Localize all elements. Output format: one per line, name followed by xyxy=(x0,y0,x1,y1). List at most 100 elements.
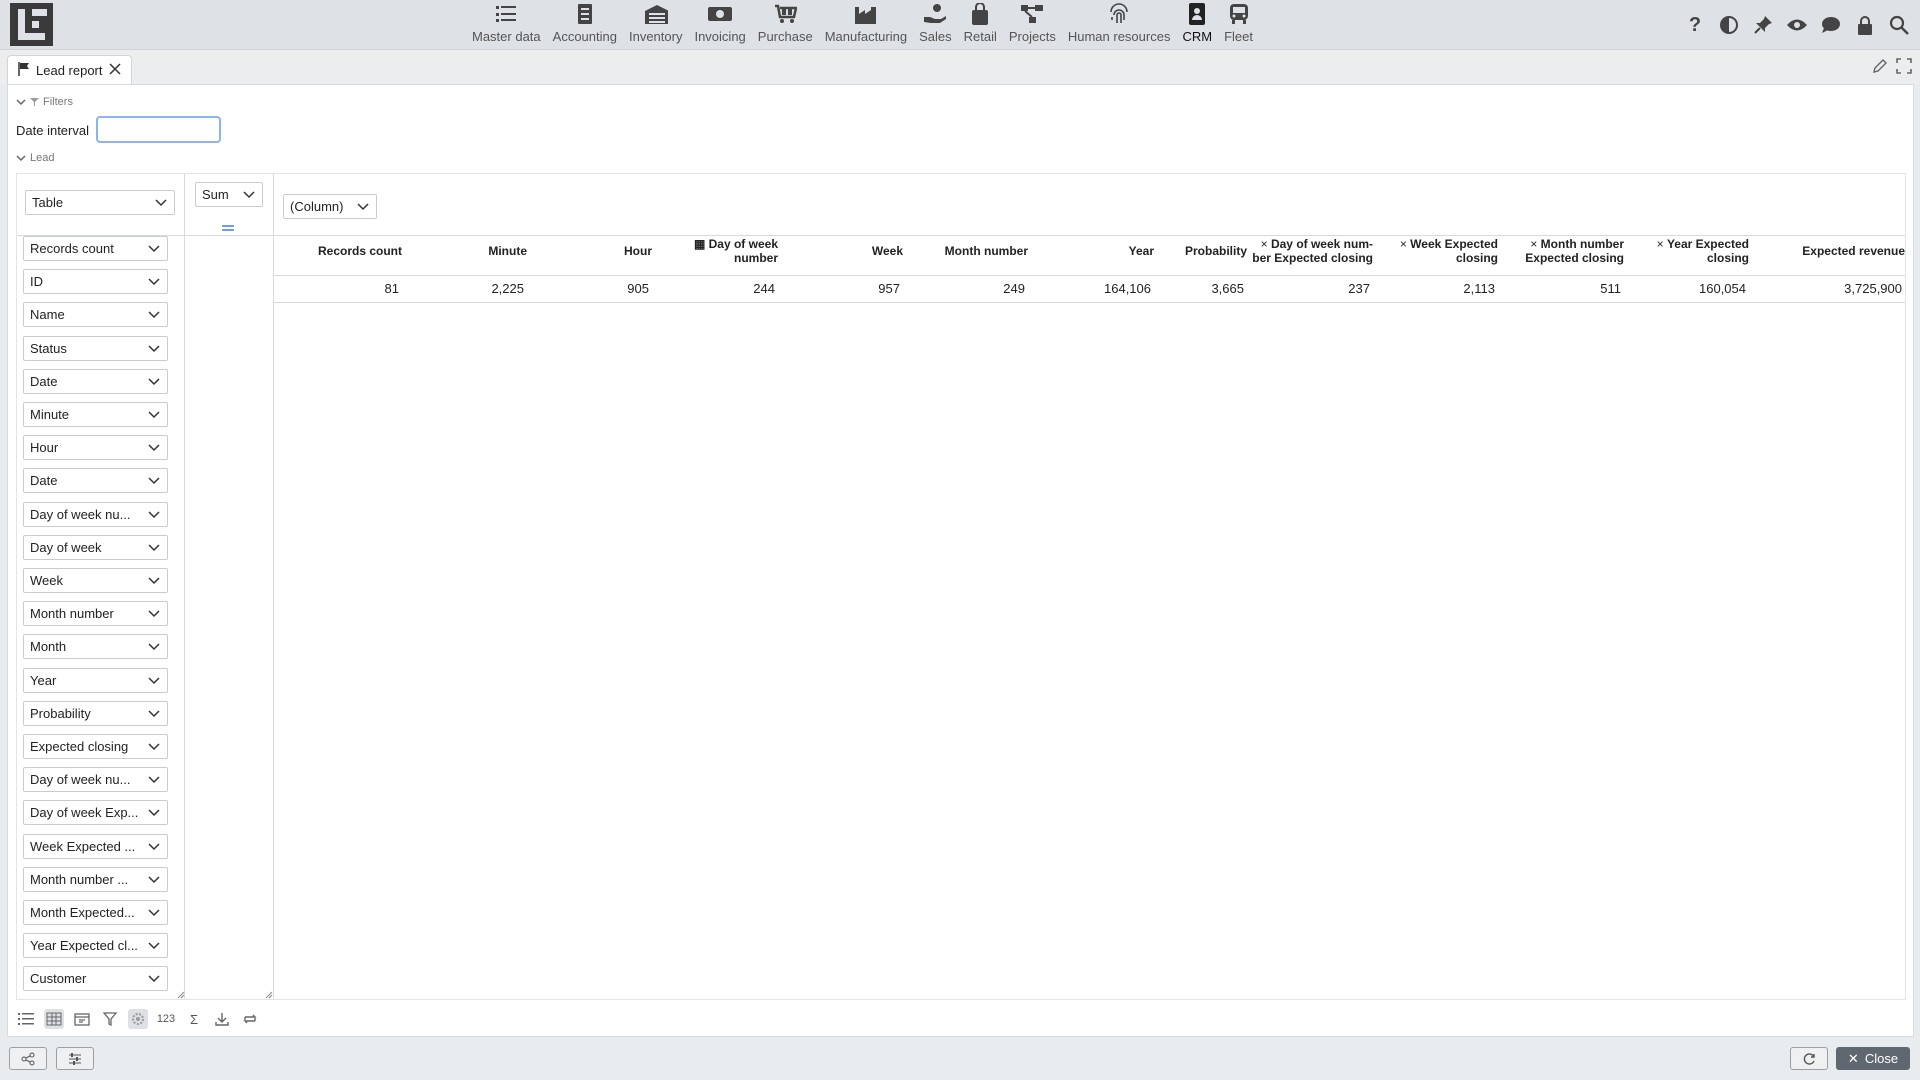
lead-section-toggle[interactable]: Lead xyxy=(16,152,54,164)
field-select[interactable]: Records count xyxy=(23,236,168,261)
nav-human-resources[interactable]: Human resources xyxy=(1062,0,1177,50)
aggregate-select[interactable]: Sum xyxy=(195,182,263,207)
field-select[interactable]: Week xyxy=(23,568,168,593)
sum-icon[interactable]: Σ xyxy=(184,1009,204,1029)
field-select[interactable]: Year Expected cl... xyxy=(23,933,168,958)
column-header[interactable]: Week xyxy=(778,244,903,258)
column-header[interactable]: × Week Expected closing xyxy=(1373,237,1498,265)
column-header[interactable]: Probability xyxy=(1122,244,1247,258)
field-select[interactable]: Month xyxy=(23,634,168,659)
field-select[interactable]: Week Expected ... xyxy=(23,834,168,859)
factory-icon xyxy=(854,3,878,25)
column-header[interactable]: Hour xyxy=(527,244,652,258)
nav-inventory[interactable]: Inventory xyxy=(623,0,688,50)
close-label: Close xyxy=(1864,1051,1899,1066)
app-logo[interactable] xyxy=(10,3,53,46)
field-select[interactable]: Date xyxy=(23,369,168,394)
field-select[interactable]: Month number xyxy=(23,601,168,626)
nav-projects[interactable]: Projects xyxy=(1003,0,1062,50)
field-select[interactable]: Name xyxy=(23,302,168,327)
field-select[interactable]: Hour xyxy=(23,435,168,460)
field-select[interactable]: Day of week nu... xyxy=(23,767,168,792)
eye-icon[interactable] xyxy=(1784,12,1810,38)
lock-icon[interactable] xyxy=(1852,12,1878,38)
nav-invoicing[interactable]: Invoicing xyxy=(688,0,751,50)
field-select[interactable]: Status xyxy=(23,336,168,361)
settings-gear-icon[interactable] xyxy=(128,1009,148,1029)
contrast-icon[interactable] xyxy=(1716,12,1742,38)
field-label: Month Expected... xyxy=(30,905,135,920)
count-toggle[interactable]: 123 xyxy=(156,1009,176,1029)
column-header[interactable]: Records count xyxy=(277,244,402,258)
calendar-view-icon[interactable] xyxy=(72,1009,92,1029)
help-icon[interactable]: ? xyxy=(1682,12,1708,38)
download-icon[interactable] xyxy=(212,1009,232,1029)
nav-master-data[interactable]: Master data xyxy=(466,0,547,50)
field-select[interactable]: Expected closing xyxy=(23,734,168,759)
chevron-down-icon xyxy=(242,190,256,199)
remove-icon: × xyxy=(1530,237,1541,251)
refresh-loop-icon[interactable] xyxy=(240,1009,260,1029)
settings-button[interactable] xyxy=(56,1047,94,1070)
chat-icon[interactable] xyxy=(1818,12,1844,38)
resize-handle-icon[interactable] xyxy=(265,986,273,1004)
field-label: ID xyxy=(30,274,43,289)
field-select[interactable]: Day of week xyxy=(23,535,168,560)
resize-handle-icon[interactable] xyxy=(177,986,185,1004)
field-select[interactable]: Day of week nu... xyxy=(23,502,168,527)
field-select[interactable]: ID xyxy=(23,269,168,294)
nav-crm[interactable]: CRM xyxy=(1176,0,1218,50)
header-text-line2: closing xyxy=(1706,251,1749,265)
field-select[interactable]: Minute xyxy=(23,402,168,427)
field-label: Day of week Exp... xyxy=(30,805,139,820)
nav-accounting[interactable]: Accounting xyxy=(547,0,623,50)
field-label: Day of week xyxy=(30,540,102,555)
nav-manufacturing[interactable]: Manufacturing xyxy=(819,0,913,50)
column-header[interactable]: × Year Expected closing xyxy=(1624,237,1749,265)
date-interval-input[interactable] xyxy=(96,116,221,143)
filters-section-toggle[interactable]: Filters xyxy=(16,96,73,108)
nav-label: Master data xyxy=(472,29,541,44)
column-header[interactable]: ▦ Day of week number xyxy=(653,237,778,265)
tab-lead-report[interactable]: Lead report xyxy=(7,55,132,84)
reload-button[interactable] xyxy=(1790,1047,1828,1070)
column-header[interactable]: × Month number Expected closing xyxy=(1499,237,1624,265)
field-select[interactable]: Probability xyxy=(23,701,168,726)
share-button[interactable] xyxy=(9,1047,47,1070)
header-text: Week Expected xyxy=(1410,237,1498,251)
close-button[interactable]: ✕ Close xyxy=(1836,1047,1910,1070)
chevron-down-icon xyxy=(147,410,161,419)
chevron-down-icon xyxy=(147,742,161,751)
column-header[interactable]: Expected revenue xyxy=(1780,244,1905,258)
report-panel: Filters Date interval Lead Table Sum (Co… xyxy=(7,84,1914,1037)
column-header[interactable]: Minute xyxy=(402,244,527,258)
filter-icon[interactable] xyxy=(100,1009,120,1029)
field-select[interactable]: Day of week Exp... xyxy=(23,800,168,825)
column-header[interactable]: Month number xyxy=(903,244,1028,258)
column-select[interactable]: (Column) xyxy=(283,194,377,219)
nav-sales[interactable]: Sales xyxy=(913,0,958,50)
column-header[interactable]: × Day of week num-ber Expected closing xyxy=(1248,237,1373,265)
top-bar: Master data Accounting Inventory Invoici… xyxy=(0,0,1920,50)
list-view-icon[interactable] xyxy=(16,1009,36,1029)
close-tab-icon[interactable] xyxy=(108,62,121,78)
field-select[interactable]: Customer xyxy=(23,966,168,991)
field-select[interactable]: Month Expected... xyxy=(23,900,168,925)
search-icon[interactable] xyxy=(1886,12,1912,38)
pin-icon[interactable] xyxy=(1750,12,1776,38)
pivot-view-icon[interactable] xyxy=(44,1009,64,1029)
field-select[interactable]: Year xyxy=(23,668,168,693)
column-value: (Column) xyxy=(290,199,344,214)
header-text: Expected revenue xyxy=(1802,244,1905,258)
header-text-line2: number xyxy=(733,251,778,265)
field-select[interactable]: Month number ... xyxy=(23,867,168,892)
edit-pencil-icon[interactable] xyxy=(1872,58,1888,79)
view-type-select[interactable]: Table xyxy=(25,190,175,215)
fullscreen-icon[interactable] xyxy=(1896,58,1912,79)
nav-fleet[interactable]: Fleet xyxy=(1218,0,1259,50)
nav-retail[interactable]: Retail xyxy=(958,0,1003,50)
nav-purchase[interactable]: Purchase xyxy=(752,0,819,50)
field-label: Expected closing xyxy=(30,739,129,754)
field-select[interactable]: Date xyxy=(23,468,168,493)
swap-icon[interactable] xyxy=(222,219,234,237)
